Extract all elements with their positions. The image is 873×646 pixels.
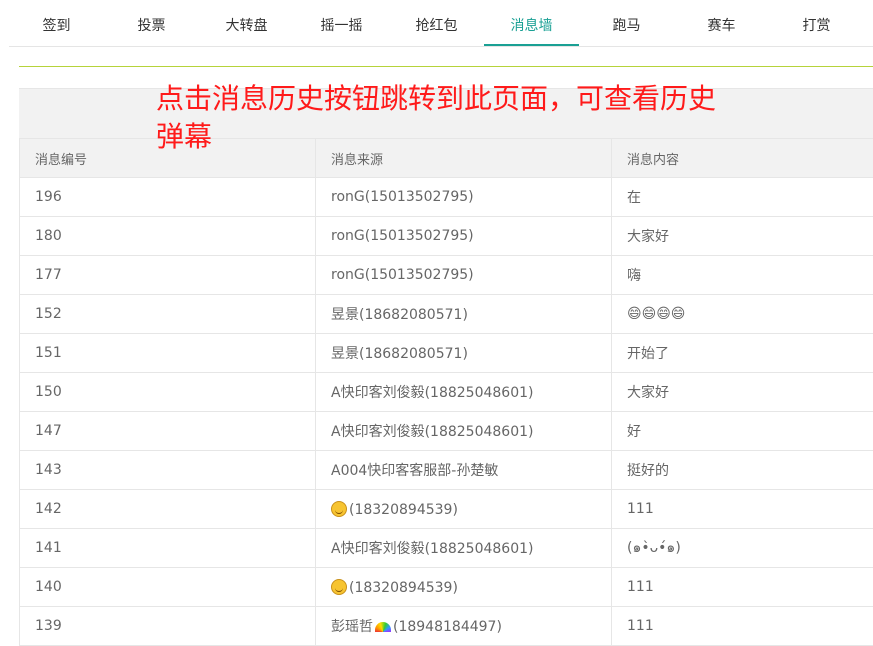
cell-message-id: 140 xyxy=(20,568,316,607)
tab-5[interactable]: 消息墙 xyxy=(484,0,579,46)
tab-6[interactable]: 跑马 xyxy=(579,0,674,46)
table-row[interactable]: 147 A快印客刘俊毅(18825048601) 好 xyxy=(20,412,873,451)
cell-message-content: 好 xyxy=(612,412,873,451)
table-row[interactable]: 142 (18320894539) 111 xyxy=(20,490,873,529)
table-row[interactable]: 177 ronG(15013502795) 嗨 xyxy=(20,256,873,295)
table-row[interactable]: 180 ronG(15013502795) 大家好 xyxy=(20,217,873,256)
cell-message-source: (18320894539) xyxy=(316,568,612,607)
confused-face-icon xyxy=(331,579,347,595)
table-row[interactable]: 141 A快印客刘俊毅(18825048601) (๑•̀ᴗ•́๑) xyxy=(20,529,873,568)
cell-message-source: ronG(15013502795) xyxy=(316,178,612,217)
cell-message-id: 196 xyxy=(20,178,316,217)
cell-message-id: 142 xyxy=(20,490,316,529)
divider-line xyxy=(19,66,873,67)
source-text: ronG(15013502795) xyxy=(331,267,474,283)
cell-message-content: 大家好 xyxy=(612,217,873,256)
cell-message-content: 111 xyxy=(612,490,873,529)
cell-message-content: 在 xyxy=(612,178,873,217)
cell-message-source: 昱景(18682080571) xyxy=(316,334,612,373)
source-text: A快印客刘俊毅(18825048601) xyxy=(331,541,533,557)
cell-message-source: ronG(15013502795) xyxy=(316,217,612,256)
cell-message-content: 111 xyxy=(612,568,873,607)
cell-message-source: ronG(15013502795) xyxy=(316,256,612,295)
cell-message-id: 147 xyxy=(20,412,316,451)
cell-message-content: 开始了 xyxy=(612,334,873,373)
source-text: A004快印客客服部-孙楚敏 xyxy=(331,463,498,479)
cell-message-source: A快印客刘俊毅(18825048601) xyxy=(316,412,612,451)
cell-message-id: 150 xyxy=(20,373,316,412)
cell-message-content: 大家好 xyxy=(612,373,873,412)
table-row[interactable]: 140 (18320894539) 111 xyxy=(20,568,873,607)
tab-4[interactable]: 抢红包 xyxy=(389,0,484,46)
source-text: (18320894539) xyxy=(349,502,458,518)
cell-message-source: 彭瑶哲 (18948184497) xyxy=(316,607,612,646)
tab-1[interactable]: 投票 xyxy=(104,0,199,46)
cell-message-id: 177 xyxy=(20,256,316,295)
source-name: 彭瑶哲 xyxy=(331,619,373,635)
cell-message-id: 139 xyxy=(20,607,316,646)
message-history-table: 消息编号 消息来源 消息内容 196ronG(15013502795)在180r… xyxy=(19,138,873,646)
tab-2[interactable]: 大转盘 xyxy=(199,0,294,46)
table-row[interactable]: 151 昱景(18682080571) 开始了 xyxy=(20,334,873,373)
cell-message-source: A快印客刘俊毅(18825048601) xyxy=(316,373,612,412)
cell-message-source: A004快印客客服部-孙楚敏 xyxy=(316,451,612,490)
cell-message-id: 180 xyxy=(20,217,316,256)
table-row[interactable]: 150 A快印客刘俊毅(18825048601) 大家好 xyxy=(20,373,873,412)
table-row[interactable]: 143 A004快印客客服部-孙楚敏 挺好的 xyxy=(20,451,873,490)
cell-message-id: 143 xyxy=(20,451,316,490)
source-text: (18948184497) xyxy=(393,619,502,635)
tab-3[interactable]: 摇一摇 xyxy=(294,0,389,46)
tab-0[interactable]: 签到 xyxy=(9,0,104,46)
annotation-text: 点击消息历史按钮跳转到此页面，可查看历史弹幕 xyxy=(156,80,716,156)
source-text: 昱景(18682080571) xyxy=(331,346,468,362)
source-text: ronG(15013502795) xyxy=(331,189,474,205)
source-text: ronG(15013502795) xyxy=(331,228,474,244)
cell-message-content: 嗨 xyxy=(612,256,873,295)
cell-message-id: 151 xyxy=(20,334,316,373)
cell-message-content: 挺好的 xyxy=(612,451,873,490)
top-tab-bar: 签到投票大转盘摇一摇抢红包消息墙跑马赛车打赏 xyxy=(9,0,873,47)
rainbow-icon xyxy=(375,622,391,632)
cell-message-source: A快印客刘俊毅(18825048601) xyxy=(316,529,612,568)
tab-7[interactable]: 赛车 xyxy=(674,0,769,46)
tab-8[interactable]: 打赏 xyxy=(769,0,864,46)
cell-message-id: 141 xyxy=(20,529,316,568)
cell-message-content: 111 xyxy=(612,607,873,646)
source-text: A快印客刘俊毅(18825048601) xyxy=(331,385,533,401)
confused-face-icon xyxy=(331,501,347,517)
table-row[interactable]: 196 ronG(15013502795) 在 xyxy=(20,178,873,217)
cell-message-content: (๑•̀ᴗ•́๑) xyxy=(612,529,873,568)
table-row[interactable]: 139 彭瑶哲 (18948184497) 111 xyxy=(20,607,873,646)
cell-message-source: 昱景(18682080571) xyxy=(316,295,612,334)
cell-message-content: 😄😄😄😄 xyxy=(612,295,873,334)
source-text: A快印客刘俊毅(18825048601) xyxy=(331,424,533,440)
source-text: (18320894539) xyxy=(349,580,458,596)
source-text: 昱景(18682080571) xyxy=(331,307,468,323)
table-row[interactable]: 152 昱景(18682080571) 😄😄😄😄 xyxy=(20,295,873,334)
cell-message-source: (18320894539) xyxy=(316,490,612,529)
cell-message-id: 152 xyxy=(20,295,316,334)
